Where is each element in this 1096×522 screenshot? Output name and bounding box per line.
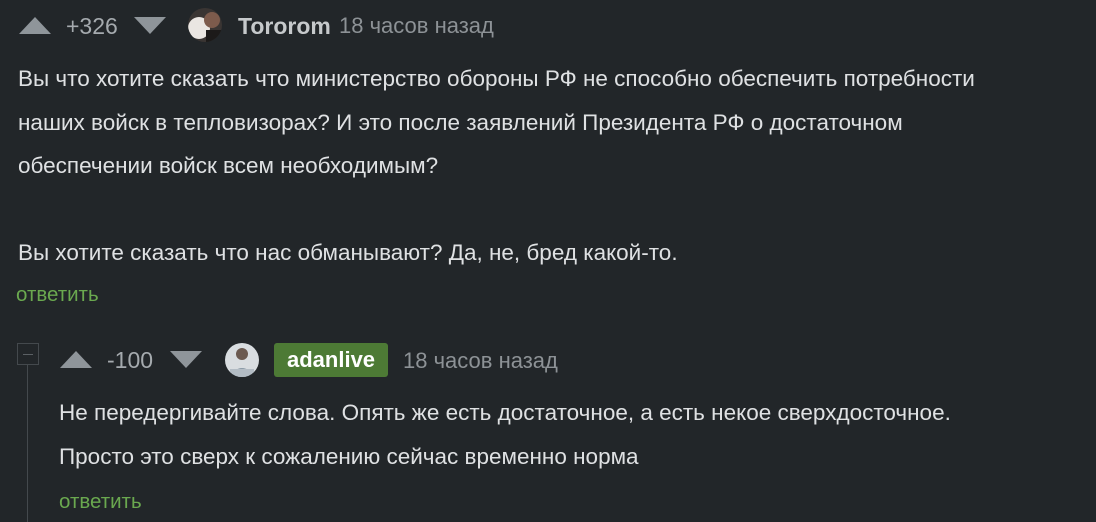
reply-link[interactable]: ответить bbox=[16, 283, 99, 307]
comment-author-badge[interactable]: adanlive bbox=[274, 343, 389, 377]
comment-header: +326 Tororom 18 часов назад bbox=[0, 0, 1096, 50]
avatar[interactable] bbox=[225, 343, 259, 377]
comment-line: обеспечении войск всем необходимым? bbox=[18, 153, 439, 178]
comment-text: Не передергивайте слова. Опять же есть д… bbox=[59, 391, 951, 478]
downvote-arrow-icon[interactable] bbox=[170, 351, 202, 368]
comment-author[interactable]: Tororom bbox=[238, 13, 331, 39]
comment-text: Вы что хотите сказать что министерство о… bbox=[18, 57, 975, 275]
downvote-arrow-icon[interactable] bbox=[134, 17, 166, 34]
comment-rating: -100 bbox=[107, 347, 154, 373]
comment-line: Вы хотите сказать что нас обманывают? Да… bbox=[18, 240, 678, 265]
comment-reply: -100 adanlive 18 часов назад Не передерг… bbox=[0, 335, 1096, 513]
comment: +326 Tororom 18 часов назад Вы что хотит… bbox=[0, 0, 1096, 306]
comment-rating: +326 bbox=[66, 13, 118, 39]
comment-timestamp: 18 часов назад bbox=[403, 348, 558, 373]
comment-line: Вы что хотите сказать что министерство о… bbox=[18, 66, 975, 91]
comment-timestamp: 18 часов назад bbox=[339, 13, 494, 38]
comment-line bbox=[18, 188, 975, 232]
upvote-arrow-icon[interactable] bbox=[60, 351, 92, 368]
upvote-arrow-icon[interactable] bbox=[19, 17, 51, 34]
comment-line: наших войск в тепловизорах? И это после … bbox=[18, 109, 903, 135]
reply-link[interactable]: ответить bbox=[59, 490, 142, 514]
avatar[interactable] bbox=[188, 8, 222, 42]
comment-header: -100 adanlive 18 часов назад bbox=[0, 335, 1096, 385]
comment-line: Не передергивайте слова. Опять же есть д… bbox=[59, 400, 951, 425]
comment-line: Просто это сверх к сожалению сейчас врем… bbox=[59, 443, 639, 469]
